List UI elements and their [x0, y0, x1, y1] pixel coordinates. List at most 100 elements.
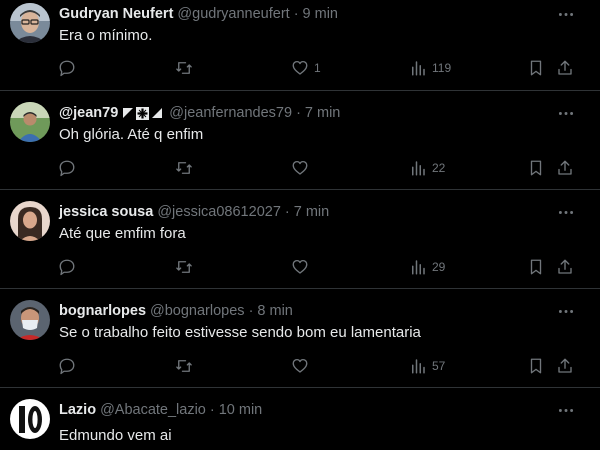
share-button[interactable]: [556, 58, 574, 78]
reply-icon: [59, 358, 75, 375]
view-count: 119: [432, 61, 452, 75]
more-options-button[interactable]: [556, 203, 576, 221]
heart-icon: [292, 160, 308, 175]
retweet-button[interactable]: [175, 58, 198, 78]
share-button[interactable]: [556, 356, 574, 376]
user-handle[interactable]: @gudryanneufert: [177, 4, 289, 24]
timestamp[interactable]: 7 min: [294, 202, 329, 222]
heart-icon: [292, 259, 308, 274]
bookmark-button[interactable]: [527, 58, 545, 78]
person-outdoor-avatar-icon: [10, 102, 50, 142]
avatar[interactable]: [10, 3, 50, 43]
tweet[interactable]: @jean79 @jeanfernandes79 · 7 min Oh glór…: [0, 91, 600, 190]
tweet-header: bognarlopes @bognarlopes · 8 min: [59, 301, 293, 321]
like-button[interactable]: [291, 356, 314, 376]
user-handle[interactable]: @jeanfernandes79: [169, 103, 292, 123]
tweet-text: Oh glória. Até q enfim: [59, 126, 204, 143]
more-options-button[interactable]: [556, 5, 576, 23]
user-handle[interactable]: @Abacate_lazio: [100, 400, 206, 420]
user-handle[interactable]: @jessica08612027: [157, 202, 281, 222]
display-name[interactable]: Lazio: [59, 400, 96, 420]
separator-dot: ·: [284, 204, 290, 220]
more-options-button[interactable]: [556, 401, 576, 419]
reply-button[interactable]: [58, 257, 81, 277]
tweet-actions: 29: [0, 257, 600, 277]
retweet-button[interactable]: [175, 356, 198, 376]
retweet-icon: [176, 360, 192, 372]
analytics-bars-icon: [412, 161, 425, 176]
timestamp[interactable]: 8 min: [257, 301, 292, 321]
views-button[interactable]: 57: [409, 356, 445, 376]
share-button[interactable]: [556, 158, 574, 178]
display-name[interactable]: @jean79: [59, 103, 118, 123]
tweet[interactable]: jessica sousa @jessica08612027 · 7 min A…: [0, 190, 600, 289]
share-button[interactable]: [556, 257, 574, 277]
tweet-header: Lazio @Abacate_lazio · 10 min: [59, 400, 262, 420]
heart-icon: [292, 60, 308, 75]
separator-dot: ·: [209, 402, 215, 418]
like-button[interactable]: [291, 158, 314, 178]
tweet-actions: 22: [0, 158, 600, 178]
avatar[interactable]: [10, 300, 50, 340]
like-count: 1: [314, 61, 321, 75]
more-options-button[interactable]: [556, 104, 576, 122]
tweet[interactable]: Lazio @Abacate_lazio · 10 min Edmundo ve…: [0, 388, 600, 450]
tweet-text: Era o mínimo.: [59, 27, 153, 44]
reply-icon: [59, 60, 75, 77]
display-name[interactable]: jessica sousa: [59, 202, 153, 222]
tweet[interactable]: Gudryan Neufert @gudryanneufert · 9 min …: [0, 0, 600, 91]
more-dots-icon: [558, 408, 574, 412]
like-button[interactable]: 1: [291, 58, 321, 78]
number-ten-avatar-icon: [10, 399, 50, 439]
timestamp[interactable]: 7 min: [305, 103, 340, 123]
retweet-icon: [176, 162, 192, 174]
tweet-header: @jean79 @jeanfernandes79 · 7 min: [59, 103, 340, 123]
person-glasses-avatar-icon: [10, 3, 50, 43]
analytics-bars-icon: [412, 61, 425, 76]
share-icon: [558, 60, 572, 75]
retweet-button[interactable]: [175, 158, 198, 178]
reply-button[interactable]: [58, 158, 81, 178]
bookmark-icon: [530, 358, 542, 374]
tweet-feed: Gudryan Neufert @gudryanneufert · 9 min …: [0, 0, 600, 450]
views-button[interactable]: 29: [409, 257, 445, 277]
tweet-text: Até que emfim fora: [59, 225, 186, 242]
display-name[interactable]: Gudryan Neufert: [59, 4, 173, 24]
reply-icon: [59, 160, 75, 177]
tweet-actions: 57: [0, 356, 600, 376]
bookmark-button[interactable]: [527, 257, 545, 277]
bookmark-button[interactable]: [527, 158, 545, 178]
user-handle[interactable]: @bognarlopes: [150, 301, 245, 321]
timestamp[interactable]: 9 min: [303, 4, 338, 24]
tweet[interactable]: bognarlopes @bognarlopes · 8 min Se o tr…: [0, 289, 600, 388]
retweet-button[interactable]: [175, 257, 198, 277]
timestamp[interactable]: 10 min: [219, 400, 263, 420]
display-name[interactable]: bognarlopes: [59, 301, 146, 321]
more-options-button[interactable]: [556, 302, 576, 320]
avatar[interactable]: [10, 102, 50, 142]
cross-emblem-icon: [136, 106, 150, 120]
more-dots-icon: [558, 111, 574, 115]
tweet-header: Gudryan Neufert @gudryanneufert · 9 min: [59, 4, 338, 24]
view-count: 57: [432, 359, 446, 373]
views-button[interactable]: 22: [409, 158, 445, 178]
avatar[interactable]: [10, 399, 50, 439]
bookmark-icon: [530, 160, 542, 176]
retweet-icon: [176, 261, 192, 273]
separator-dot: ·: [248, 303, 254, 319]
woman-avatar-icon: [10, 201, 50, 241]
reply-button[interactable]: [58, 58, 81, 78]
heart-icon: [292, 358, 308, 373]
bookmark-button[interactable]: [527, 356, 545, 376]
reply-icon: [59, 259, 75, 276]
man-mask-avatar-icon: [10, 300, 50, 340]
retweet-icon: [176, 62, 192, 74]
flag-corner-icon: [152, 108, 163, 118]
like-button[interactable]: [291, 257, 314, 277]
reply-button[interactable]: [58, 356, 81, 376]
avatar[interactable]: [10, 201, 50, 241]
views-button[interactable]: 119: [409, 58, 451, 78]
separator-dot: ·: [293, 6, 299, 22]
share-icon: [558, 259, 572, 274]
bookmark-icon: [530, 259, 542, 275]
